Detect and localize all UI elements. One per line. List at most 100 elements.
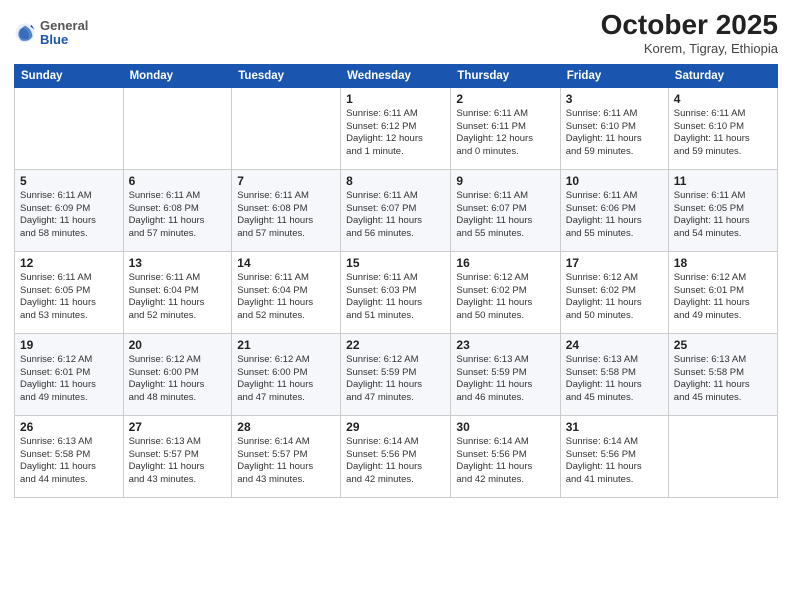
- day-info: Sunrise: 6:13 AMSunset: 5:57 PMDaylight:…: [129, 436, 227, 487]
- day-number: 9: [456, 174, 554, 188]
- calendar-cell: [15, 87, 124, 169]
- calendar-cell: 5 Sunrise: 6:11 AMSunset: 6:09 PMDaylight…: [15, 169, 124, 251]
- day-info: Sunrise: 6:13 AMSunset: 5:58 PMDaylight:…: [20, 436, 118, 487]
- calendar-cell: 31Sunrise: 6:14 AMSunset: 5:56 PMDayligh…: [560, 415, 668, 497]
- day-number: 25: [674, 338, 772, 352]
- day-number: 8: [346, 174, 445, 188]
- weekday-header-sunday: Sunday: [15, 64, 124, 87]
- calendar-cell: 14 Sunrise: 6:11 AMSunset: 6:04 PMDayligh…: [232, 251, 341, 333]
- calendar-cell: [668, 415, 777, 497]
- day-number: 17: [566, 256, 663, 270]
- day-info: Sunrise: 6:14 AMSunset: 5:56 PMDaylight:…: [346, 436, 445, 487]
- day-info: Sunrise: 6:11 AMSunset: 6:09 PMDaylight:…: [20, 190, 118, 241]
- logo-blue: Blue: [40, 33, 88, 47]
- day-number: 30: [456, 420, 554, 434]
- calendar-cell: 28 Sunrise: 6:14 AMSunset: 5:57 PMDayligh…: [232, 415, 341, 497]
- weekday-header-tuesday: Tuesday: [232, 64, 341, 87]
- calendar-cell: 25Sunrise: 6:13 AMSunset: 5:58 PMDayligh…: [668, 333, 777, 415]
- calendar-week-row: 5 Sunrise: 6:11 AMSunset: 6:09 PMDaylight…: [15, 169, 778, 251]
- day-info: Sunrise: 6:11 AMSunset: 6:07 PMDaylight:…: [346, 190, 445, 241]
- day-info: Sunrise: 6:11 AMSunset: 6:08 PMDaylight:…: [237, 190, 335, 241]
- day-info: Sunrise: 6:11 AMSunset: 6:05 PMDaylight:…: [20, 272, 118, 323]
- day-number: 26: [20, 420, 118, 434]
- day-number: 31: [566, 420, 663, 434]
- calendar-cell: 2 Sunrise: 6:11 AMSunset: 6:11 PMDaylight…: [451, 87, 560, 169]
- day-info: Sunrise: 6:11 AMSunset: 6:07 PMDaylight:…: [456, 190, 554, 241]
- day-info: Sunrise: 6:11 AMSunset: 6:06 PMDaylight:…: [566, 190, 663, 241]
- day-number: 2: [456, 92, 554, 106]
- day-info: Sunrise: 6:11 AMSunset: 6:10 PMDaylight:…: [566, 108, 663, 159]
- day-info: Sunrise: 6:12 AMSunset: 6:02 PMDaylight:…: [566, 272, 663, 323]
- day-number: 23: [456, 338, 554, 352]
- day-info: Sunrise: 6:12 AMSunset: 6:00 PMDaylight:…: [129, 354, 227, 405]
- day-number: 24: [566, 338, 663, 352]
- weekday-header-row: SundayMondayTuesdayWednesdayThursdayFrid…: [15, 64, 778, 87]
- calendar-cell: 12Sunrise: 6:11 AMSunset: 6:05 PMDayligh…: [15, 251, 124, 333]
- weekday-header-saturday: Saturday: [668, 64, 777, 87]
- month-title: October 2025: [601, 10, 778, 41]
- calendar-cell: 7 Sunrise: 6:11 AMSunset: 6:08 PMDaylight…: [232, 169, 341, 251]
- weekday-header-friday: Friday: [560, 64, 668, 87]
- calendar-cell: 22 Sunrise: 6:12 AMSunset: 5:59 PMDayligh…: [341, 333, 451, 415]
- day-number: 3: [566, 92, 663, 106]
- day-info: Sunrise: 6:12 AMSunset: 6:01 PMDaylight:…: [674, 272, 772, 323]
- day-number: 16: [456, 256, 554, 270]
- calendar-cell: [123, 87, 232, 169]
- location-subtitle: Korem, Tigray, Ethiopia: [601, 41, 778, 56]
- day-number: 18: [674, 256, 772, 270]
- calendar-cell: 4 Sunrise: 6:11 AMSunset: 6:10 PMDaylight…: [668, 87, 777, 169]
- day-info: Sunrise: 6:12 AMSunset: 5:59 PMDaylight:…: [346, 354, 445, 405]
- calendar-cell: 30 Sunrise: 6:14 AMSunset: 5:56 PMDayligh…: [451, 415, 560, 497]
- calendar-cell: 24 Sunrise: 6:13 AMSunset: 5:58 PMDayligh…: [560, 333, 668, 415]
- calendar-week-row: 26 Sunrise: 6:13 AMSunset: 5:58 PMDayligh…: [15, 415, 778, 497]
- calendar-cell: 20 Sunrise: 6:12 AMSunset: 6:00 PMDayligh…: [123, 333, 232, 415]
- calendar-cell: 13 Sunrise: 6:11 AMSunset: 6:04 PMDayligh…: [123, 251, 232, 333]
- weekday-header-thursday: Thursday: [451, 64, 560, 87]
- calendar-cell: 8 Sunrise: 6:11 AMSunset: 6:07 PMDaylight…: [341, 169, 451, 251]
- calendar-cell: 29 Sunrise: 6:14 AMSunset: 5:56 PMDayligh…: [341, 415, 451, 497]
- day-number: 10: [566, 174, 663, 188]
- calendar-cell: 26 Sunrise: 6:13 AMSunset: 5:58 PMDayligh…: [15, 415, 124, 497]
- title-block: October 2025 Korem, Tigray, Ethiopia: [601, 10, 778, 56]
- day-number: 20: [129, 338, 227, 352]
- calendar-cell: 11 Sunrise: 6:11 AMSunset: 6:05 PMDayligh…: [668, 169, 777, 251]
- logo-general: General: [40, 19, 88, 33]
- day-info: Sunrise: 6:11 AMSunset: 6:12 PMDaylight:…: [346, 108, 445, 159]
- calendar-table: SundayMondayTuesdayWednesdayThursdayFrid…: [14, 64, 778, 498]
- day-info: Sunrise: 6:11 AMSunset: 6:11 PMDaylight:…: [456, 108, 554, 159]
- day-info: Sunrise: 6:12 AMSunset: 6:01 PMDaylight:…: [20, 354, 118, 405]
- day-number: 14: [237, 256, 335, 270]
- calendar-cell: 18 Sunrise: 6:12 AMSunset: 6:01 PMDayligh…: [668, 251, 777, 333]
- day-number: 11: [674, 174, 772, 188]
- day-number: 29: [346, 420, 445, 434]
- day-number: 28: [237, 420, 335, 434]
- day-info: Sunrise: 6:13 AMSunset: 5:59 PMDaylight:…: [456, 354, 554, 405]
- day-info: Sunrise: 6:14 AMSunset: 5:57 PMDaylight:…: [237, 436, 335, 487]
- day-info: Sunrise: 6:14 AMSunset: 5:56 PMDaylight:…: [456, 436, 554, 487]
- calendar-week-row: 19 Sunrise: 6:12 AMSunset: 6:01 PMDayligh…: [15, 333, 778, 415]
- calendar-week-row: 12Sunrise: 6:11 AMSunset: 6:05 PMDayligh…: [15, 251, 778, 333]
- calendar-cell: 10 Sunrise: 6:11 AMSunset: 6:06 PMDayligh…: [560, 169, 668, 251]
- calendar-cell: 17 Sunrise: 6:12 AMSunset: 6:02 PMDayligh…: [560, 251, 668, 333]
- day-info: Sunrise: 6:11 AMSunset: 6:05 PMDaylight:…: [674, 190, 772, 241]
- day-info: Sunrise: 6:11 AMSunset: 6:04 PMDaylight:…: [129, 272, 227, 323]
- day-info: Sunrise: 6:11 AMSunset: 6:10 PMDaylight:…: [674, 108, 772, 159]
- calendar-cell: [232, 87, 341, 169]
- day-info: Sunrise: 6:11 AMSunset: 6:04 PMDaylight:…: [237, 272, 335, 323]
- day-number: 6: [129, 174, 227, 188]
- day-number: 19: [20, 338, 118, 352]
- day-info: Sunrise: 6:13 AMSunset: 5:58 PMDaylight:…: [566, 354, 663, 405]
- day-number: 5: [20, 174, 118, 188]
- logo-icon: [14, 22, 36, 44]
- calendar-cell: 23 Sunrise: 6:13 AMSunset: 5:59 PMDayligh…: [451, 333, 560, 415]
- calendar-cell: 19 Sunrise: 6:12 AMSunset: 6:01 PMDayligh…: [15, 333, 124, 415]
- day-number: 22: [346, 338, 445, 352]
- calendar-week-row: 1Sunrise: 6:11 AMSunset: 6:12 PMDaylight…: [15, 87, 778, 169]
- day-number: 13: [129, 256, 227, 270]
- day-number: 7: [237, 174, 335, 188]
- calendar-cell: 27Sunrise: 6:13 AMSunset: 5:57 PMDayligh…: [123, 415, 232, 497]
- page-header: General Blue October 2025 Korem, Tigray,…: [14, 10, 778, 56]
- calendar-cell: 9 Sunrise: 6:11 AMSunset: 6:07 PMDaylight…: [451, 169, 560, 251]
- day-number: 4: [674, 92, 772, 106]
- logo-text: General Blue: [40, 19, 88, 48]
